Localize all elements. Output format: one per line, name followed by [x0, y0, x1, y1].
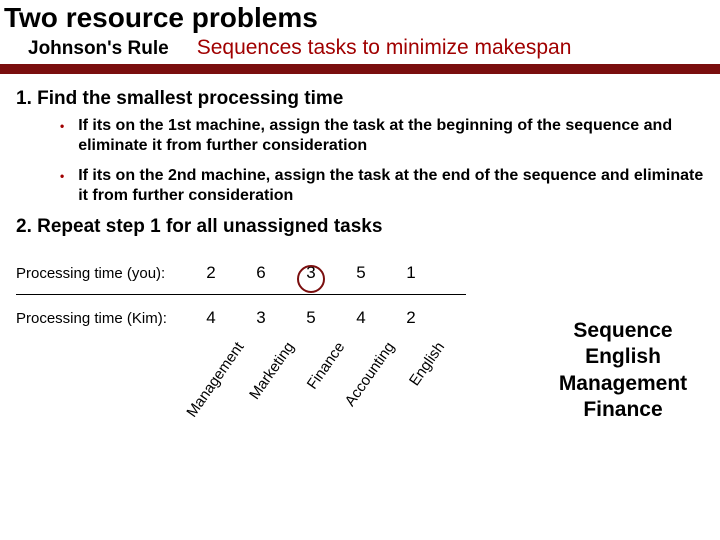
- sequence-result: Sequence English Management Finance: [548, 318, 698, 423]
- cell-kim-english: 2: [386, 308, 436, 328]
- bullet-dot-icon: •: [60, 166, 64, 206]
- cell-you-marketing: 6: [236, 263, 286, 283]
- divider-bar: [0, 64, 720, 74]
- row-label-you: Processing time (you):: [16, 265, 186, 282]
- table-row: Processing time (Kim): 4 3 5 4 2: [16, 301, 466, 335]
- bullet-dot-icon: •: [60, 116, 64, 156]
- col-label-management: Management: [184, 339, 248, 420]
- step-1: 1. Find the smallest processing time: [16, 88, 706, 110]
- col-label-english: English: [406, 339, 448, 389]
- step-2: 2. Repeat step 1 for all unassigned task…: [16, 216, 706, 238]
- bullet-2-text: If its on the 2nd machine, assign the ta…: [78, 166, 706, 206]
- sequence-title: Sequence: [548, 318, 698, 344]
- row-label-kim: Processing time (Kim):: [16, 310, 186, 327]
- cell-you-management: 2: [186, 263, 236, 283]
- col-label-marketing: Marketing: [246, 339, 298, 403]
- slide-title: Two resource problems: [0, 0, 720, 34]
- cell-kim-finance: 5: [286, 308, 336, 328]
- bullet-1-text: If its on the 1st machine, assign the ta…: [78, 116, 706, 156]
- table-divider: [16, 294, 466, 295]
- bullet-machine-1: • If its on the 1st machine, assign the …: [60, 116, 706, 156]
- cell-kim-accounting: 4: [336, 308, 386, 328]
- cell-you-english: 1: [386, 263, 436, 283]
- bullet-machine-2: • If its on the 2nd machine, assign the …: [60, 166, 706, 206]
- subtitle-row: Johnson's Rule Sequences tasks to minimi…: [0, 34, 720, 64]
- sequence-line-1: English: [548, 344, 698, 370]
- column-labels: Management Marketing Finance Accounting …: [16, 339, 466, 459]
- rule-name: Johnson's Rule: [28, 38, 169, 60]
- cell-kim-management: 4: [186, 308, 236, 328]
- rule-description: Sequences tasks to minimize makespan: [197, 36, 572, 60]
- cell-you-finance: 3: [286, 263, 336, 283]
- cell-value: 3: [306, 263, 315, 282]
- col-label-finance: Finance: [303, 339, 348, 392]
- col-label-accounting: Accounting: [341, 339, 397, 410]
- processing-time-table: Processing time (you): 2 6 3 5 1 Process…: [16, 256, 466, 459]
- sequence-line-2: Management: [548, 371, 698, 397]
- cell-you-accounting: 5: [336, 263, 386, 283]
- table-row: Processing time (you): 2 6 3 5 1: [16, 256, 466, 290]
- cell-kim-marketing: 3: [236, 308, 286, 328]
- step-1-bullets: • If its on the 1st machine, assign the …: [16, 116, 706, 206]
- sequence-line-3: Finance: [548, 397, 698, 423]
